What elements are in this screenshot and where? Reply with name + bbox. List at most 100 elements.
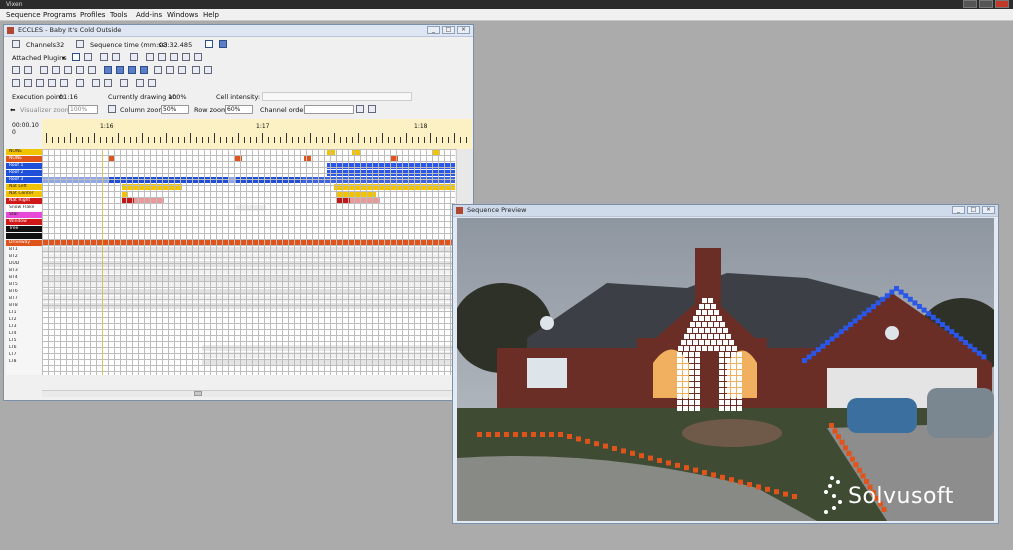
channel-row[interactable]: Driveway xyxy=(6,240,42,246)
window-minimize-button[interactable]: _ xyxy=(427,26,440,34)
channel-row[interactable]: LT1 xyxy=(6,310,42,316)
channel-row[interactable]: Nat Right xyxy=(6,198,42,204)
ramp-down-icon[interactable] xyxy=(170,53,178,61)
channel-row[interactable]: Tree xyxy=(6,226,42,232)
channel-list[interactable]: NONE NONE Roof 1 Roof 2 Roof 3 Nat Left Nat Ce… xyxy=(6,149,43,375)
channel-row[interactable] xyxy=(6,233,42,239)
chart-alt-icon[interactable] xyxy=(76,66,84,74)
paste-icon[interactable] xyxy=(36,79,44,87)
preview-close-button[interactable]: × xyxy=(982,206,995,214)
paste-mix-icon[interactable] xyxy=(60,79,68,87)
channel-row[interactable]: Nat Left xyxy=(6,184,42,190)
channel-row[interactable]: Roof 1 xyxy=(6,163,42,169)
grid-icon[interactable] xyxy=(12,66,20,74)
window-close-button[interactable]: × xyxy=(457,26,470,34)
redo-icon[interactable] xyxy=(148,79,156,87)
cut-icon[interactable] xyxy=(12,79,20,87)
channel-row[interactable]: BT3 xyxy=(6,268,42,274)
channel-row[interactable]: BT4 xyxy=(6,275,42,281)
menu-help[interactable]: Help xyxy=(203,11,219,19)
menu-addins[interactable]: Add-ins xyxy=(136,11,162,19)
visualizer-icon[interactable]: ⬅ xyxy=(10,106,15,114)
effect-icon[interactable] xyxy=(76,79,84,87)
channel-row[interactable]: LT5 xyxy=(6,338,42,344)
menu-tools[interactable]: Tools xyxy=(110,11,127,19)
horizontal-scrollbar[interactable] xyxy=(42,390,472,397)
close-button[interactable] xyxy=(995,0,1009,8)
music-note-icon[interactable] xyxy=(205,40,213,48)
shimmer-icon[interactable] xyxy=(194,53,202,61)
chevron-down-icon[interactable]: ▾ xyxy=(62,54,65,62)
channel-row[interactable]: DUD xyxy=(6,261,42,267)
channel-row[interactable]: Roof 3 xyxy=(6,177,42,183)
scroll-thumb[interactable] xyxy=(194,391,202,396)
preview-restore-button[interactable]: □ xyxy=(967,206,980,214)
menu-profiles[interactable]: Profiles xyxy=(80,11,105,19)
channel-row[interactable]: LT3 xyxy=(6,324,42,330)
undo-icon[interactable] xyxy=(136,79,144,87)
menu-windows[interactable]: Windows xyxy=(167,11,198,19)
channel-row[interactable]: NONE xyxy=(6,149,42,155)
loop-icon[interactable] xyxy=(130,53,138,61)
copy-icon[interactable] xyxy=(24,79,32,87)
preview-minimize-button[interactable]: _ xyxy=(952,206,965,214)
channel-row[interactable]: BT6 xyxy=(6,289,42,295)
block-d-icon[interactable] xyxy=(140,66,148,74)
sequence-time-icon[interactable] xyxy=(76,40,84,48)
channel-row[interactable]: Snow Flake xyxy=(6,205,42,211)
channel-row[interactable]: Window xyxy=(6,219,42,225)
menu-programs[interactable]: Programs xyxy=(43,11,76,19)
channel-row[interactable]: LT8 xyxy=(6,359,42,365)
play-point-icon[interactable] xyxy=(84,53,92,61)
channel-row[interactable]: BT1 xyxy=(6,247,42,253)
attached-plugins-label[interactable]: Attached Plugins xyxy=(12,54,67,62)
play-button-icon[interactable] xyxy=(72,53,80,61)
replace-icon[interactable] xyxy=(104,79,112,87)
chart-icon[interactable] xyxy=(40,66,48,74)
delete-order-icon[interactable] xyxy=(368,105,376,113)
layer-a-icon[interactable] xyxy=(154,66,162,74)
sequence-window-titlebar[interactable]: ECCLES - Baby It's Cold Outside _ □ × xyxy=(4,25,473,37)
fade-icon[interactable] xyxy=(182,53,190,61)
fill-icon[interactable] xyxy=(146,53,154,61)
channel-row[interactable]: NONE xyxy=(6,156,42,162)
layer-c-icon[interactable] xyxy=(178,66,186,74)
ramp-up-icon[interactable] xyxy=(158,53,166,61)
find-icon[interactable] xyxy=(92,79,100,87)
channel-row[interactable]: Roof 2 xyxy=(6,170,42,176)
random-icon[interactable] xyxy=(204,66,212,74)
stop-icon[interactable] xyxy=(112,53,120,61)
binoculars-icon[interactable] xyxy=(120,79,128,87)
channel-row[interactable]: LT4 xyxy=(6,331,42,337)
channel-order-select[interactable] xyxy=(304,105,354,114)
audio-settings-icon[interactable] xyxy=(219,40,227,48)
visualizer-zoom-select[interactable]: 100% xyxy=(68,105,98,114)
channel-row[interactable]: BT8 xyxy=(6,303,42,309)
maximize-button[interactable] xyxy=(979,0,993,8)
paste-special-icon[interactable] xyxy=(48,79,56,87)
minimize-button[interactable] xyxy=(963,0,977,8)
channel-row[interactable]: BT2 xyxy=(6,254,42,260)
channel-row[interactable]: LT6 xyxy=(6,345,42,351)
channel-row[interactable]: BT7 xyxy=(6,296,42,302)
chart-up-icon[interactable] xyxy=(52,66,60,74)
channel-row[interactable]: BT5 xyxy=(6,282,42,288)
block-c-icon[interactable] xyxy=(128,66,136,74)
block-a-icon[interactable] xyxy=(104,66,112,74)
channels-icon[interactable] xyxy=(12,40,20,48)
row-zoom-select[interactable]: 60% xyxy=(225,105,253,114)
channel-row[interactable]: LT2 xyxy=(6,317,42,323)
window-restore-button[interactable]: □ xyxy=(442,26,455,34)
sequence-grid[interactable] xyxy=(42,149,455,375)
timeline-ruler[interactable]: 1:16 1:17 1:18 xyxy=(42,119,472,150)
channel-row[interactable]: LT7 xyxy=(6,352,42,358)
column-zoom-select[interactable]: 50% xyxy=(161,105,189,114)
save-order-icon[interactable] xyxy=(356,105,364,113)
layer-b-icon[interactable] xyxy=(166,66,174,74)
channel-row[interactable]: Star xyxy=(6,212,42,218)
toggle-icon[interactable] xyxy=(192,66,200,74)
preview-window-titlebar[interactable]: Sequence Preview _ □ × xyxy=(453,205,998,217)
chart-wave-icon[interactable] xyxy=(88,66,96,74)
menu-sequence[interactable]: Sequence xyxy=(6,11,41,19)
list-icon[interactable] xyxy=(24,66,32,74)
